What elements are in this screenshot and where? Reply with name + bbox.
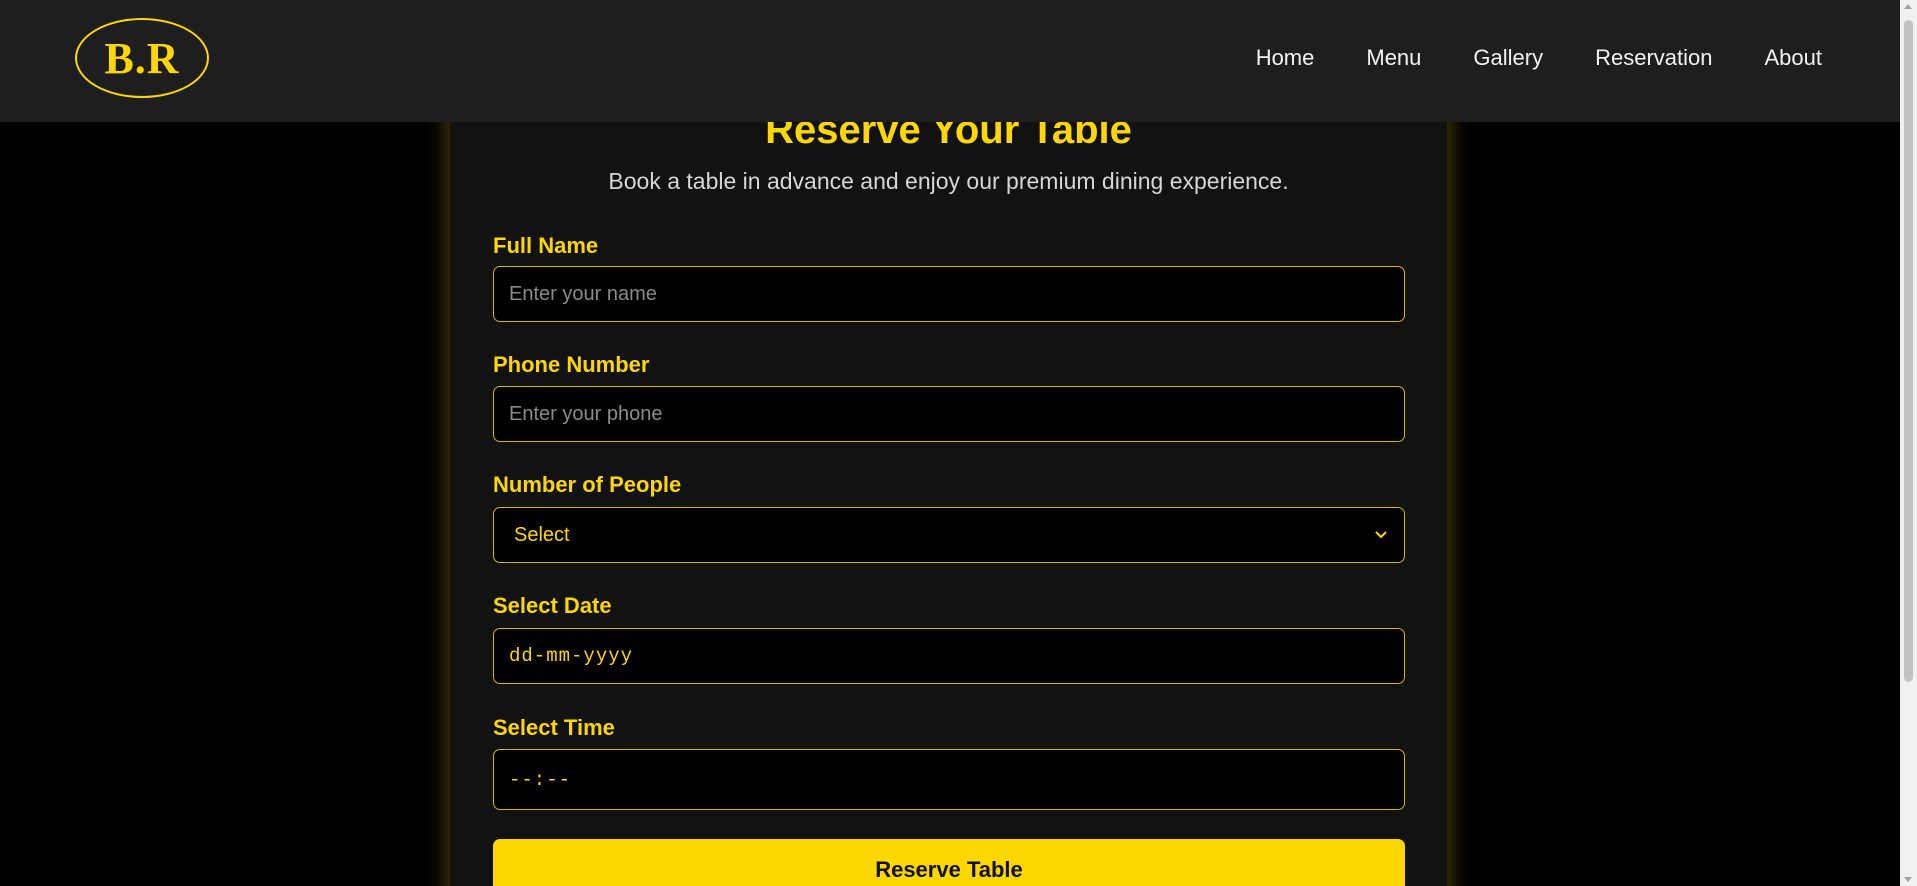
page-subtitle: Book a table in advance and enjoy our pr… — [608, 168, 1289, 194]
nav-home[interactable]: Home — [1256, 45, 1315, 71]
nav-reservation[interactable]: Reservation — [1595, 45, 1712, 71]
chevron-down-icon — [1375, 526, 1387, 544]
full-name-input[interactable] — [509, 282, 1389, 306]
date-input-value: dd-mm-yyyy — [509, 645, 634, 667]
people-select-value: Select — [514, 523, 570, 546]
scrollbar-thumb[interactable] — [1904, 20, 1913, 682]
people-select[interactable]: Select — [493, 507, 1405, 563]
date-field[interactable]: dd-mm-yyyy — [493, 628, 1405, 684]
logo-text: B.R — [104, 33, 180, 83]
phone-field[interactable] — [493, 386, 1405, 442]
phone-input[interactable] — [509, 402, 1389, 426]
full-name-label: Full Name — [493, 233, 599, 258]
site-header: B.R Home Menu Gallery Reservation About — [0, 0, 1900, 122]
full-name-field[interactable] — [493, 266, 1405, 322]
logo[interactable]: B.R — [75, 18, 209, 98]
time-field[interactable]: --:-- — [493, 749, 1405, 810]
reservation-card: Reserve Your Table Book a table in advan… — [450, 60, 1447, 886]
scroll-down-arrow-icon[interactable] — [1904, 877, 1912, 882]
phone-label: Phone Number — [493, 352, 650, 377]
time-input-value: --:-- — [509, 768, 572, 791]
scroll-up-arrow-icon[interactable] — [1904, 4, 1912, 9]
date-label: Select Date — [493, 593, 612, 618]
vertical-scrollbar[interactable] — [1900, 0, 1917, 886]
people-label: Number of People — [493, 472, 682, 497]
main-nav: Home Menu Gallery Reservation About — [1256, 45, 1822, 71]
nav-gallery[interactable]: Gallery — [1473, 45, 1543, 71]
nav-menu[interactable]: Menu — [1366, 45, 1421, 71]
reserve-table-button[interactable]: Reserve Table — [493, 839, 1405, 886]
time-label: Select Time — [493, 715, 615, 740]
nav-about[interactable]: About — [1765, 45, 1823, 71]
